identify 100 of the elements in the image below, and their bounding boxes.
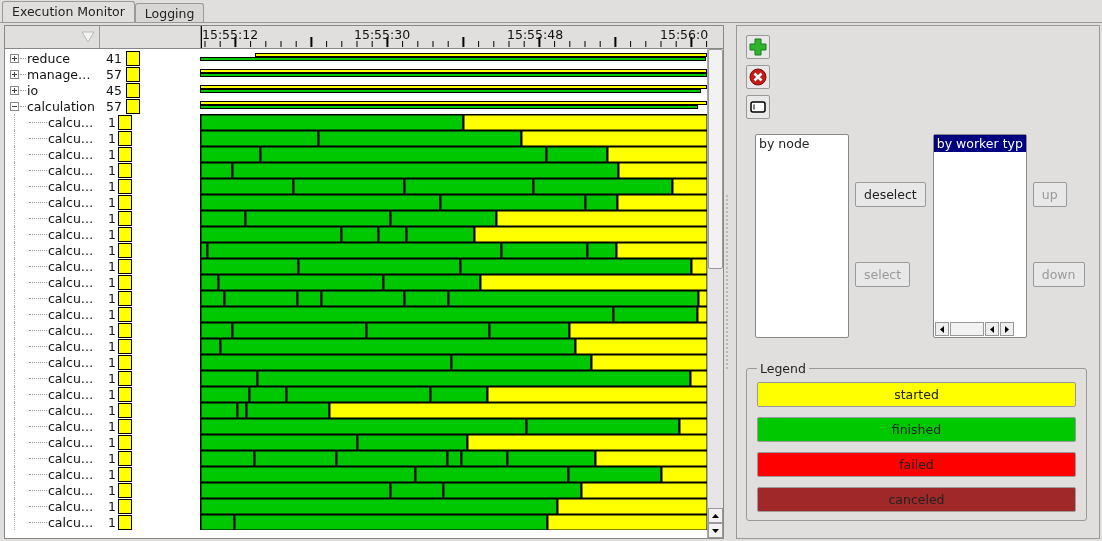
count-label: 1: [108, 178, 117, 194]
tree-item[interactable]: calcu…: [48, 258, 94, 274]
status-square: [118, 162, 132, 178]
status-square: [126, 98, 140, 114]
panel-icon: [750, 101, 766, 113]
count-label: 1: [108, 130, 117, 146]
count-label: 45: [106, 82, 123, 98]
sort-triangle-icon: [81, 31, 95, 43]
tree-item[interactable]: calcu…: [48, 370, 94, 386]
available-list[interactable]: by node: [755, 134, 849, 338]
status-square: [118, 178, 132, 194]
time-label: 15:55:12: [202, 27, 259, 42]
count-label: 1: [108, 322, 117, 338]
up-arrow-icon: [712, 513, 719, 518]
count-label: 1: [108, 226, 117, 242]
tree-item[interactable]: manage…: [27, 66, 91, 82]
status-square: [118, 482, 132, 498]
status-square: [118, 258, 132, 274]
deselect-button[interactable]: deselect: [855, 182, 926, 207]
status-square: [118, 210, 132, 226]
expand-icon[interactable]: [10, 69, 19, 79]
down-arrow-icon: [712, 528, 719, 533]
tree-item[interactable]: calcu…: [48, 434, 94, 450]
list-item[interactable]: by node: [756, 135, 848, 152]
scroll-thumb[interactable]: [708, 49, 723, 269]
tree-item[interactable]: calcu…: [48, 402, 94, 418]
status-square: [118, 450, 132, 466]
count-label: 1: [108, 242, 117, 258]
status-square: [118, 114, 132, 130]
tree-item[interactable]: calcu…: [48, 306, 94, 322]
status-square: [118, 338, 132, 354]
tree-item[interactable]: calcu…: [48, 418, 94, 434]
count-label: 1: [108, 450, 117, 466]
status-square: [126, 66, 140, 82]
tree-item[interactable]: calcu…: [48, 242, 94, 258]
tree-item[interactable]: calcu…: [48, 178, 94, 194]
tree-item[interactable]: calcu…: [48, 338, 94, 354]
tree-item[interactable]: calcu…: [48, 130, 94, 146]
scroll-thumb[interactable]: [949, 322, 984, 336]
tree-item[interactable]: calcu…: [48, 354, 94, 370]
plus-icon: [749, 38, 767, 56]
count-label: 57: [106, 66, 123, 82]
tree-item[interactable]: calcu…: [48, 482, 94, 498]
scroll-down-button[interactable]: [708, 523, 723, 538]
count-label: 1: [108, 306, 117, 322]
count-label: 1: [108, 162, 117, 178]
tree-item[interactable]: calcu…: [48, 514, 94, 530]
tree-item[interactable]: calcu…: [48, 114, 94, 130]
tree-item[interactable]: calcu…: [48, 210, 94, 226]
status-square: [118, 242, 132, 258]
status-square: [126, 50, 140, 66]
list-item[interactable]: by worker typ: [933, 135, 1026, 152]
count-label: 1: [108, 146, 117, 162]
count-label: 41: [106, 50, 123, 66]
count-label: 1: [108, 290, 117, 306]
count-label: 1: [108, 514, 117, 530]
chosen-list[interactable]: by worker typ: [932, 134, 1027, 338]
status-square: [118, 466, 132, 482]
count-label: 1: [108, 258, 117, 274]
count-label: 57: [106, 98, 123, 114]
tree-item[interactable]: calculation: [27, 98, 95, 114]
tree-item[interactable]: calcu…: [48, 194, 94, 210]
legend-title: Legend: [759, 361, 807, 376]
count-label: 1: [108, 434, 117, 450]
tab[interactable]: Execution Monitor: [2, 1, 135, 22]
legend-entry: started: [757, 382, 1076, 407]
status-square: [118, 146, 132, 162]
tree-item[interactable]: calcu…: [48, 290, 94, 306]
status-square: [118, 386, 132, 402]
left-arrow-icon: [939, 325, 944, 333]
count-label: 1: [108, 386, 117, 402]
status-square: [118, 370, 132, 386]
count-label: 1: [108, 498, 117, 514]
tree-item[interactable]: calcu…: [48, 162, 94, 178]
remove-button[interactable]: [746, 65, 770, 89]
collapse-icon[interactable]: [10, 101, 19, 111]
tree-item[interactable]: calcu…: [48, 146, 94, 162]
tree-item[interactable]: calcu…: [48, 274, 94, 290]
count-label: 1: [108, 274, 117, 290]
scroll-up-button[interactable]: [708, 508, 723, 523]
panel-toggle-button[interactable]: [746, 95, 770, 119]
count-label: 1: [108, 210, 117, 226]
legend-entry: failed: [757, 452, 1076, 477]
tab[interactable]: Logging: [134, 3, 205, 22]
tree-item[interactable]: calcu…: [48, 450, 94, 466]
tree-item[interactable]: calcu…: [48, 226, 94, 242]
add-button[interactable]: [746, 35, 770, 59]
tree-item[interactable]: calcu…: [48, 386, 94, 402]
scrollbar[interactable]: [707, 49, 723, 538]
time-label: 15:55:30: [354, 27, 411, 42]
tree-item[interactable]: calcu…: [48, 322, 94, 338]
tree-item[interactable]: reduce: [27, 50, 70, 66]
tree-item[interactable]: calcu…: [48, 498, 94, 514]
status-square: [118, 130, 132, 146]
tree-item[interactable]: io: [27, 82, 39, 98]
expand-icon[interactable]: [10, 53, 19, 63]
tree-item[interactable]: calcu…: [48, 466, 94, 482]
close-icon: [749, 68, 767, 86]
count-label: 1: [108, 466, 117, 482]
expand-icon[interactable]: [10, 85, 19, 95]
